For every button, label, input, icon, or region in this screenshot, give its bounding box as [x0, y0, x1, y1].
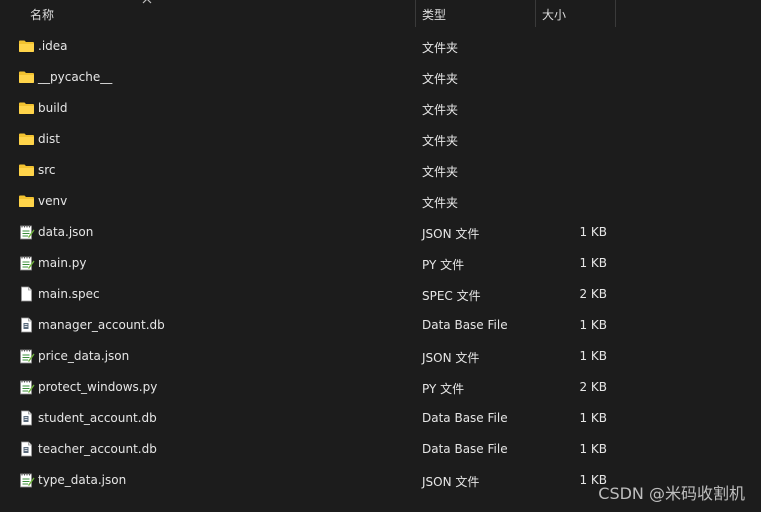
file-row[interactable]: price_data.json JSON 文件 1 KB	[0, 341, 761, 372]
folder-icon	[18, 131, 35, 147]
column-header-size[interactable]: 大小	[542, 6, 566, 23]
notepad-file-icon	[18, 472, 35, 488]
file-type: Data Base File	[422, 411, 508, 425]
notepad-file-icon	[18, 224, 35, 240]
file-name: protect_windows.py	[38, 380, 158, 394]
blank-file-icon	[18, 286, 35, 302]
db-file-icon	[18, 410, 35, 426]
file-row[interactable]: build 文件夹	[0, 93, 761, 124]
notepad-file-icon	[18, 348, 35, 364]
file-type: 文件夹	[422, 103, 459, 117]
file-row[interactable]: main.spec SPEC 文件 2 KB	[0, 279, 761, 310]
file-name: price_data.json	[38, 349, 130, 363]
folder-icon	[18, 69, 35, 85]
file-name: data.json	[38, 225, 94, 239]
file-name: dist	[38, 132, 60, 146]
column-divider[interactable]	[415, 0, 416, 27]
file-row[interactable]: venv 文件夹	[0, 186, 761, 217]
column-header-bar: 名称 类型 大小	[0, 0, 761, 27]
file-row[interactable]: src 文件夹	[0, 155, 761, 186]
file-type: PY 文件	[422, 258, 465, 272]
file-type: JSON 文件	[422, 351, 480, 365]
column-header-name[interactable]: 名称	[30, 6, 54, 23]
folder-icon	[18, 100, 35, 116]
file-row[interactable]: main.py PY 文件 1 KB	[0, 248, 761, 279]
file-type: Data Base File	[422, 442, 508, 456]
sort-ascending-icon	[142, 0, 152, 4]
file-size: 2 KB	[579, 287, 607, 301]
file-row[interactable]: .idea 文件夹	[0, 31, 761, 62]
column-header-type[interactable]: 类型	[422, 6, 446, 23]
file-type: Data Base File	[422, 318, 508, 332]
file-type: JSON 文件	[422, 227, 480, 241]
file-size: 1 KB	[579, 318, 607, 332]
file-type: 文件夹	[422, 165, 459, 179]
file-type: PY 文件	[422, 382, 465, 396]
file-size: 1 KB	[579, 349, 607, 363]
file-size: 2 KB	[579, 380, 607, 394]
db-file-icon	[18, 317, 35, 333]
file-type: SPEC 文件	[422, 289, 481, 303]
notepad-file-icon	[18, 255, 35, 271]
file-name: __pycache__	[38, 70, 113, 84]
file-size: 1 KB	[579, 256, 607, 270]
folder-icon	[18, 162, 35, 178]
file-name: student_account.db	[38, 411, 157, 425]
file-type: 文件夹	[422, 134, 459, 148]
file-name: manager_account.db	[38, 318, 165, 332]
file-name: build	[38, 101, 68, 115]
watermark: CSDN @米码收割机	[598, 484, 745, 503]
file-row[interactable]: teacher_account.db Data Base File 1 KB	[0, 434, 761, 465]
file-row[interactable]: dist 文件夹	[0, 124, 761, 155]
file-type: JSON 文件	[422, 475, 480, 489]
file-row[interactable]: manager_account.db Data Base File 1 KB	[0, 310, 761, 341]
column-divider[interactable]	[535, 0, 536, 27]
file-size: 1 KB	[579, 225, 607, 239]
file-name: main.spec	[38, 287, 100, 301]
notepad-file-icon	[18, 379, 35, 395]
file-type: 文件夹	[422, 196, 459, 210]
file-name: main.py	[38, 256, 87, 270]
file-name: teacher_account.db	[38, 442, 157, 456]
column-divider[interactable]	[615, 0, 616, 27]
file-size: 1 KB	[579, 411, 607, 425]
db-file-icon	[18, 441, 35, 457]
file-name: type_data.json	[38, 473, 127, 487]
file-row[interactable]: data.json JSON 文件 1 KB	[0, 217, 761, 248]
file-type: 文件夹	[422, 72, 459, 86]
file-name: src	[38, 163, 56, 177]
file-name: venv	[38, 194, 68, 208]
file-type: 文件夹	[422, 41, 459, 55]
file-size: 1 KB	[579, 442, 607, 456]
file-row[interactable]: protect_windows.py PY 文件 2 KB	[0, 372, 761, 403]
file-row[interactable]: student_account.db Data Base File 1 KB	[0, 403, 761, 434]
file-row[interactable]: __pycache__ 文件夹	[0, 62, 761, 93]
folder-icon	[18, 38, 35, 54]
folder-icon	[18, 193, 35, 209]
file-name: .idea	[38, 39, 68, 53]
